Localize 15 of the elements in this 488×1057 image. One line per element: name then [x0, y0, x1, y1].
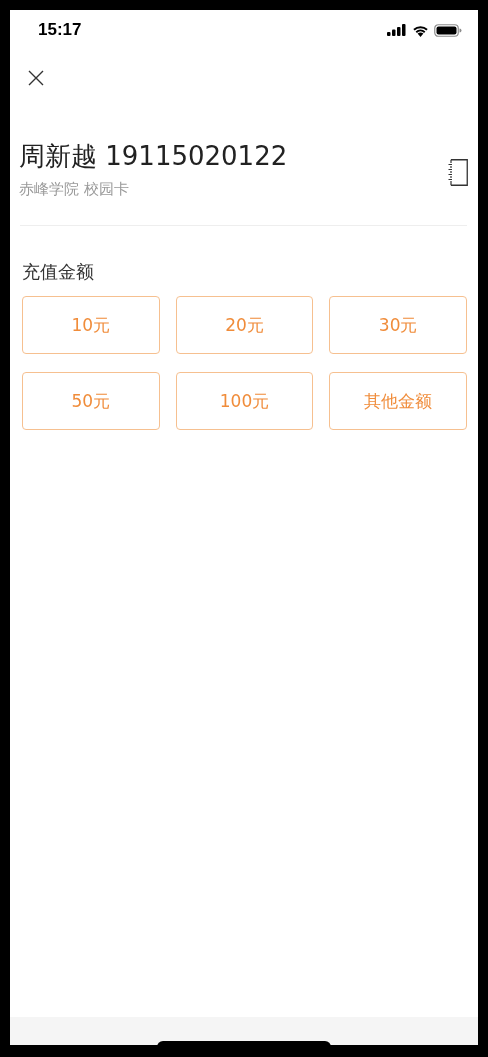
signal-icon	[387, 24, 407, 36]
amount-option[interactable]: 50元	[22, 372, 160, 430]
amount-option[interactable]: 30元	[329, 296, 467, 354]
amount-option[interactable]: 100元	[175, 372, 314, 430]
battery-icon	[434, 23, 462, 37]
card-title: 周新越 19115020122	[19, 140, 288, 173]
amount-option[interactable]: 10元	[22, 296, 160, 354]
wifi-icon	[412, 23, 429, 37]
close-button[interactable]	[28, 69, 44, 86]
section-label: 充值金额	[22, 260, 95, 284]
amount-option[interactable]: 20元	[175, 296, 314, 354]
card-subtitle: 赤峰学院 校园卡	[19, 180, 130, 199]
status-time: 15:17	[38, 20, 82, 40]
amount-option[interactable]: 其他金额	[329, 372, 467, 430]
notebook-icon[interactable]	[448, 159, 468, 186]
